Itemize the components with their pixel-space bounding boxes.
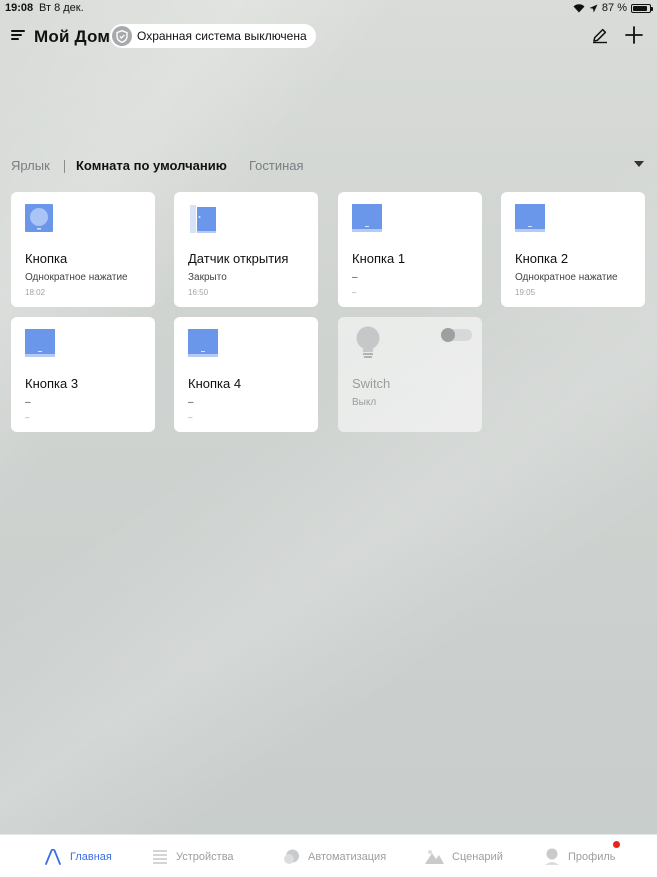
nav-devices[interactable]: Устройства (152, 835, 234, 877)
device-time: – (25, 413, 30, 422)
device-card-door-sensor[interactable]: Датчик открытия Закрыто 16:50 (174, 192, 318, 307)
square-button-icon (352, 204, 382, 232)
door-sensor-icon (188, 204, 216, 233)
device-time: – (188, 413, 193, 422)
home-title[interactable]: Мой Дом (34, 27, 110, 47)
nav-profile-label: Профиль (568, 850, 616, 863)
nav-scenes-label: Сценарий (452, 850, 503, 863)
device-status: – (352, 272, 358, 283)
security-status-button[interactable]: Охранная система выключена (110, 24, 316, 48)
device-name: Кнопка 4 (188, 376, 242, 391)
device-status: Однократное нажатие (25, 272, 128, 283)
battery-icon (631, 3, 653, 13)
nav-home[interactable]: Главная (44, 835, 112, 877)
shield-icon (112, 26, 132, 46)
square-button-icon (515, 204, 545, 232)
status-indicators: 87 % (573, 2, 653, 14)
device-name: Кнопка (25, 251, 68, 266)
devices-list-icon (153, 849, 167, 864)
tab-divider (64, 160, 65, 173)
profile-icon (545, 848, 559, 865)
device-status: Выкл (352, 397, 377, 408)
lightbulb-icon (354, 326, 382, 358)
bottom-nav: Главная Устройства Автоматизация Сценари… (0, 834, 657, 877)
nav-profile[interactable]: Профиль (544, 835, 616, 877)
switch-toggle[interactable] (441, 328, 472, 342)
nav-home-label: Главная (70, 850, 112, 863)
tab-default-room[interactable]: Комната по умолчанию (76, 158, 227, 173)
device-time: 18:02 (25, 288, 46, 297)
device-card-switch[interactable]: Switch Выкл (338, 317, 482, 432)
device-card-button[interactable]: Кнопка Однократное нажатие 18:02 (11, 192, 155, 307)
device-name: Switch (352, 376, 391, 391)
automation-icon (284, 849, 299, 864)
round-button-icon (25, 204, 53, 232)
square-button-icon (188, 329, 218, 357)
notification-badge (613, 841, 620, 848)
toggle-knob (441, 328, 455, 342)
device-name: Датчик открытия (188, 251, 289, 266)
location-arrow-icon (589, 4, 598, 12)
chevron-down-icon[interactable] (634, 161, 644, 167)
device-name: Кнопка 1 (352, 251, 406, 266)
device-card-button-4[interactable]: Кнопка 4 – – (174, 317, 318, 432)
tab-living-room[interactable]: Гостиная (249, 158, 304, 173)
device-status: – (25, 397, 31, 408)
add-icon[interactable] (625, 26, 643, 44)
device-card-button-2[interactable]: Кнопка 2 Однократное нажатие 19:05 (501, 192, 645, 307)
wifi-icon (573, 4, 585, 13)
device-status: Однократное нажатие (515, 272, 618, 283)
nav-devices-label: Устройства (176, 850, 234, 863)
status-date: Вт 8 дек. (39, 2, 84, 14)
edit-icon[interactable] (591, 26, 609, 44)
scene-icon (425, 850, 444, 864)
menu-icon[interactable] (11, 28, 27, 42)
device-status: Закрыто (188, 272, 227, 283)
home-icon (45, 848, 61, 865)
nav-automation[interactable]: Автоматизация (283, 835, 386, 877)
device-status: – (188, 397, 194, 408)
security-status-label: Охранная система выключена (137, 29, 307, 43)
device-card-button-3[interactable]: Кнопка 3 – – (11, 317, 155, 432)
status-time: 19:08 (5, 2, 34, 14)
device-time: – (352, 288, 357, 297)
square-button-icon (25, 329, 55, 357)
status-bar: 19:08 Вт 8 дек. 87 % (0, 0, 657, 16)
device-name: Кнопка 2 (515, 251, 569, 266)
room-tabs: Ярлык Комната по умолчанию Гостиная (11, 158, 647, 176)
header: Мой Дом Охранная система выключена (0, 22, 657, 52)
device-name: Кнопка 3 (25, 376, 79, 391)
tab-shortcut[interactable]: Ярлык (11, 158, 50, 173)
device-time: 19:05 (515, 288, 536, 297)
battery-percent: 87 % (601, 2, 627, 14)
nav-scenes[interactable]: Сценарий (425, 835, 503, 877)
nav-automation-label: Автоматизация (308, 850, 387, 863)
battery-fill (633, 5, 647, 11)
device-time: 16:50 (188, 288, 209, 297)
device-card-button-1[interactable]: Кнопка 1 – – (338, 192, 482, 307)
